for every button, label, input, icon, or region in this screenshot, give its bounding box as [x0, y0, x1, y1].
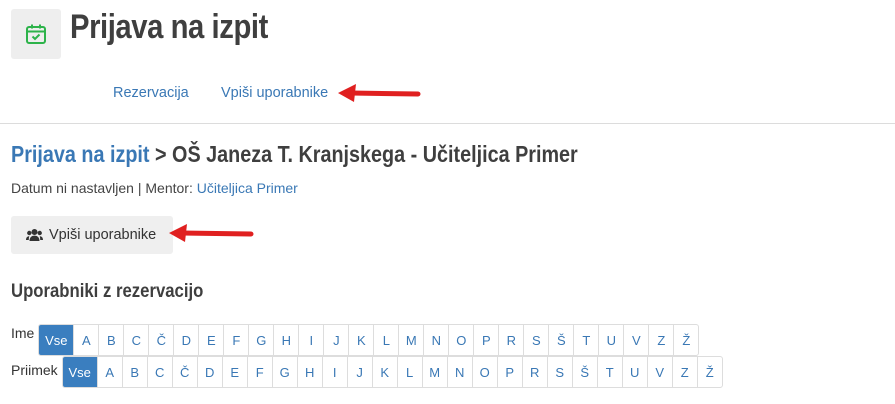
breadcrumb: Prijava na izpit > OŠ Janeza T. Kranjske…	[11, 141, 578, 168]
section-title: Uporabniki z rezervacijo	[11, 281, 204, 302]
letter-filter[interactable]: R	[498, 325, 523, 355]
letter-filter[interactable]: T	[573, 325, 598, 355]
letter-filter[interactable]: C	[146, 357, 172, 387]
letter-filter[interactable]: A	[73, 325, 98, 355]
red-arrow-annotation	[169, 224, 254, 242]
letter-filter[interactable]: E	[221, 357, 247, 387]
letter-filter[interactable]: O	[471, 357, 497, 387]
letter-filter[interactable]: J	[346, 357, 372, 387]
letter-filter[interactable]: P	[473, 325, 498, 355]
letter-filter[interactable]: L	[396, 357, 422, 387]
meta-text: Datum ni nastavljen | Mentor:	[11, 180, 197, 196]
enroll-users-button[interactable]: Vpiši uporabnike	[11, 216, 173, 254]
letter-filter[interactable]: Č	[171, 357, 197, 387]
letter-filter[interactable]: Z	[648, 325, 673, 355]
letter-filter[interactable]: H	[273, 325, 298, 355]
calendar-check-icon	[11, 9, 61, 59]
letter-filter[interactable]: U	[621, 357, 647, 387]
letter-filter[interactable]: G	[248, 325, 273, 355]
letter-filter[interactable]: N	[446, 357, 472, 387]
letter-filter-group: Vse ABCČDEFGHIJKLMNOPRSŠTUVZŽ	[61, 356, 723, 388]
letter-filter[interactable]: K	[348, 325, 373, 355]
red-arrow-annotation	[338, 84, 421, 102]
letter-filter[interactable]: L	[373, 325, 398, 355]
letter-filter[interactable]: H	[296, 357, 322, 387]
letter-filter[interactable]: K	[371, 357, 397, 387]
letter-filter[interactable]: D	[196, 357, 222, 387]
letter-filter[interactable]: C	[123, 325, 148, 355]
first-name-filter: Ime Vse ABCČDEFGHIJKLMNOPRSŠTUVZŽ	[11, 310, 700, 356]
users-icon	[26, 228, 43, 242]
letter-filter[interactable]: V	[623, 325, 648, 355]
letter-filter[interactable]: E	[198, 325, 223, 355]
letter-filter[interactable]: F	[223, 325, 248, 355]
letter-filter[interactable]: A	[96, 357, 122, 387]
letter-filter[interactable]: M	[421, 357, 447, 387]
letter-filter[interactable]: T	[596, 357, 622, 387]
letter-filter[interactable]: R	[521, 357, 547, 387]
breadcrumb-current: OŠ Janeza T. Kranjskega - Učiteljica Pri…	[172, 141, 578, 167]
letter-filter[interactable]: F	[246, 357, 272, 387]
letter-filter-all[interactable]: Vse	[62, 357, 97, 387]
filter-label-ime: Ime	[11, 325, 35, 341]
letter-filter[interactable]: Ž	[696, 357, 722, 387]
last-name-filter: Priimek Vse ABCČDEFGHIJKLMNOPRSŠTUVZŽ	[11, 356, 723, 388]
exam-meta: Datum ni nastavljen | Mentor: Učiteljica…	[11, 180, 298, 196]
letter-filter[interactable]: S	[523, 325, 548, 355]
page-header: Prijava na izpit Rezervacija Vpiši upora…	[0, 0, 895, 124]
breadcrumb-link-prijava[interactable]: Prijava na izpit	[11, 141, 150, 167]
enroll-users-button-label: Vpiši uporabnike	[49, 227, 157, 243]
filter-label-priimek: Priimek	[11, 362, 58, 378]
letter-filter[interactable]: I	[321, 357, 347, 387]
letter-filter[interactable]: M	[398, 325, 423, 355]
letter-filter[interactable]: J	[323, 325, 348, 355]
letter-filter[interactable]: S	[546, 357, 572, 387]
letter-filter[interactable]: I	[298, 325, 323, 355]
letter-filter[interactable]: B	[98, 325, 123, 355]
mentor-link[interactable]: Učiteljica Primer	[197, 180, 298, 196]
letter-filter[interactable]: B	[121, 357, 147, 387]
letter-filter[interactable]: D	[173, 325, 198, 355]
letter-filter[interactable]: P	[496, 357, 522, 387]
nav-link-rezervacija[interactable]: Rezervacija	[113, 85, 189, 101]
letter-filter[interactable]: Č	[148, 325, 173, 355]
letter-filter[interactable]: V	[646, 357, 672, 387]
letter-filter[interactable]: Z	[671, 357, 697, 387]
letter-filter[interactable]: G	[271, 357, 297, 387]
breadcrumb-separator: >	[149, 141, 173, 167]
letter-filter[interactable]: U	[598, 325, 623, 355]
letter-filter[interactable]: Š	[548, 325, 573, 355]
nav-link-vpisi-uporabnike[interactable]: Vpiši uporabnike	[221, 85, 328, 101]
letter-filter-group: Vse ABCČDEFGHIJKLMNOPRSŠTUVZŽ	[38, 324, 700, 356]
letter-filter[interactable]: N	[423, 325, 448, 355]
letter-filter-all[interactable]: Vse	[39, 325, 74, 355]
letter-filter[interactable]: Ž	[673, 325, 698, 355]
page-title: Prijava na izpit	[70, 8, 268, 46]
letter-filter[interactable]: O	[448, 325, 473, 355]
letter-filter[interactable]: Š	[571, 357, 597, 387]
